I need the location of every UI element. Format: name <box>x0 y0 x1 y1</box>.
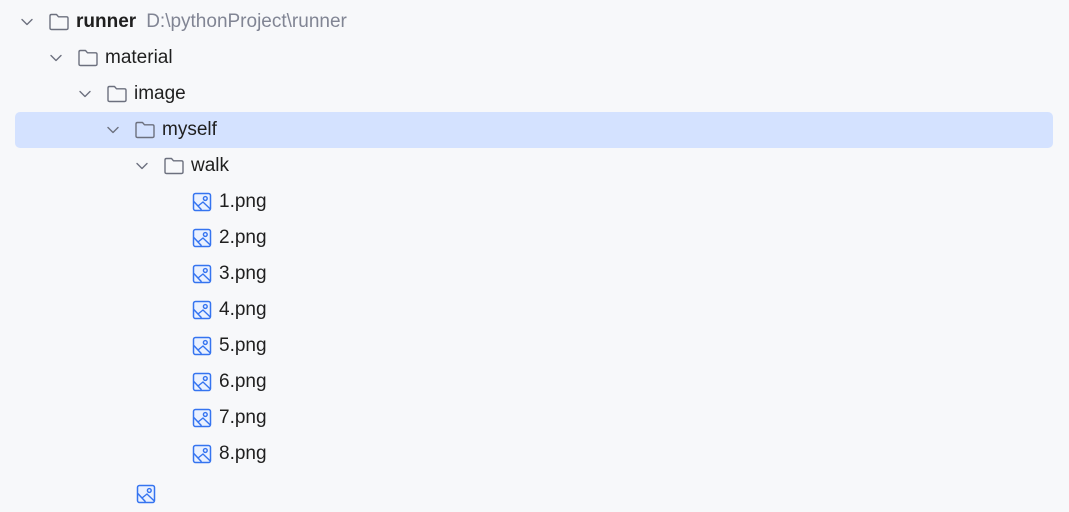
image-file-icon <box>191 299 213 321</box>
tree-item-label: 1.png <box>219 191 267 212</box>
folder-icon <box>163 155 185 177</box>
tree-item-material[interactable]: material <box>0 40 1069 76</box>
tree-item-myself[interactable]: myself <box>0 112 1069 148</box>
chevron-down-icon[interactable] <box>78 87 92 101</box>
tree-item-file[interactable]: 7.png <box>0 400 1069 436</box>
tree-item-file[interactable]: 4.png <box>0 292 1069 328</box>
project-tree: runner D:\pythonProject\runner material … <box>0 4 1069 472</box>
tree-item-label: image <box>134 83 186 104</box>
tree-item-label: runner <box>76 11 137 32</box>
image-file-icon <box>191 227 213 249</box>
chevron-down-icon[interactable] <box>20 15 34 29</box>
tree-item-partial[interactable] <box>135 476 163 512</box>
tree-item-image[interactable]: image <box>0 76 1069 112</box>
image-file-icon <box>191 371 213 393</box>
tree-item-label: 5.png <box>219 335 267 356</box>
tree-item-label: 8.png <box>219 443 267 464</box>
tree-item-label: 7.png <box>219 407 267 428</box>
tree-item-runner[interactable]: runner D:\pythonProject\runner <box>0 4 1069 40</box>
folder-icon <box>134 119 156 141</box>
tree-item-label: myself <box>162 119 217 140</box>
image-file-icon <box>191 407 213 429</box>
tree-item-label: 6.png <box>219 371 267 392</box>
tree-item-label: walk <box>191 155 230 176</box>
tree-item-file[interactable]: 2.png <box>0 220 1069 256</box>
chevron-down-icon[interactable] <box>135 159 149 173</box>
image-file-icon <box>191 191 213 213</box>
chevron-down-icon[interactable] <box>106 123 120 137</box>
tree-item-file[interactable]: 1.png <box>0 184 1069 220</box>
image-file-icon <box>191 335 213 357</box>
tree-item-file[interactable]: 8.png <box>0 436 1069 472</box>
chevron-down-icon[interactable] <box>49 51 63 65</box>
tree-item-file[interactable]: 6.png <box>0 364 1069 400</box>
image-file-icon <box>191 443 213 465</box>
folder-icon <box>48 11 70 33</box>
tree-item-file[interactable]: 5.png <box>0 328 1069 364</box>
folder-icon <box>106 83 128 105</box>
tree-item-label: 2.png <box>219 227 267 248</box>
project-path: D:\pythonProject\runner <box>146 11 347 32</box>
tree-item-file[interactable]: 3.png <box>0 256 1069 292</box>
tree-item-label: 3.png <box>219 263 267 284</box>
tree-item-walk[interactable]: walk <box>0 148 1069 184</box>
folder-icon <box>77 47 99 69</box>
tree-item-label: 4.png <box>219 299 267 320</box>
tree-item-label: material <box>105 47 173 68</box>
image-file-icon <box>191 263 213 285</box>
image-file-icon <box>135 483 157 505</box>
